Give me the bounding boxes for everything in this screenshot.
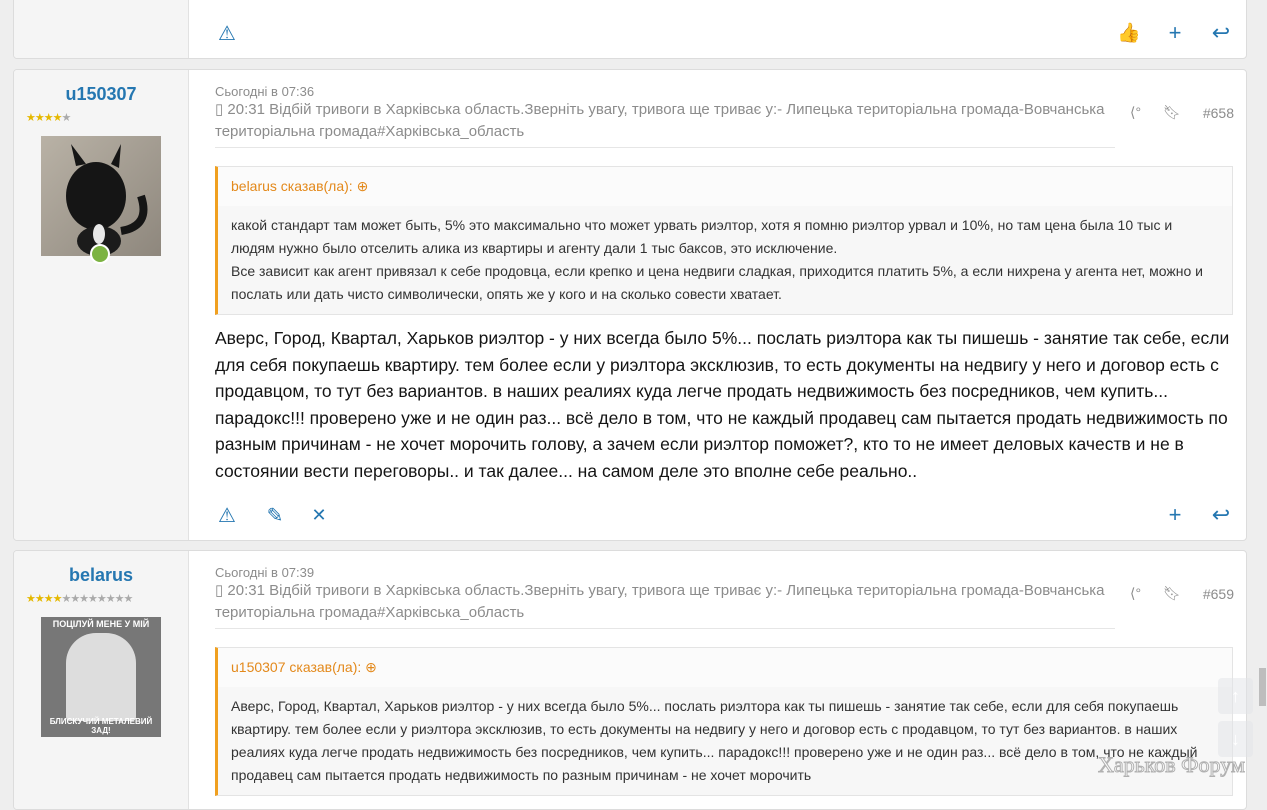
quote-author: u150307 сказав(ла):: [231, 659, 362, 675]
arrow-up-circle-icon[interactable]: ⊕: [357, 178, 369, 194]
post-previous: ⚠ 👍 + ↩: [13, 0, 1247, 59]
author-link[interactable]: u150307: [14, 84, 188, 105]
quote-header[interactable]: u150307 сказав(ла): ⊕: [218, 648, 1232, 687]
multiquote-plus-icon[interactable]: +: [1163, 20, 1187, 45]
reply-icon[interactable]: ↩: [1209, 502, 1233, 527]
post-text: Аверс, Город, Квартал, Харьков риэлтор -…: [215, 328, 1230, 481]
delete-x-icon[interactable]: ✕: [307, 503, 331, 527]
dog-avatar-image: [66, 144, 148, 256]
share-icon[interactable]: ⟨°: [1130, 585, 1141, 602]
like-icon[interactable]: 👍: [1117, 21, 1141, 45]
post-659: belarus ★★★★★★★★★★★★ ПОЦІЛУЙ МЕНЕ У МІЙ …: [13, 550, 1247, 810]
scrollbar-thumb[interactable]: [1259, 668, 1266, 706]
share-icon[interactable]: ⟨°: [1130, 104, 1141, 121]
post-signature: ▯ 20:31 Відбій тривоги в Харківська обла…: [215, 99, 1115, 148]
bookmark-icon[interactable]: 🔖︎: [1163, 585, 1181, 602]
quote-header[interactable]: belarus сказав(ла): ⊕: [218, 167, 1232, 206]
quote-text: какой стандарт там может быть, 5% это ма…: [231, 217, 1204, 302]
watermark: Харьков Форум: [1098, 752, 1246, 778]
post-meta: ⟨° 🔖︎ #658: [1130, 104, 1234, 121]
post-signature: ▯ 20:31 Відбій тривоги в Харківська обла…: [215, 580, 1115, 629]
user-column: u150307 ★★★★★: [14, 70, 189, 540]
multiquote-plus-icon[interactable]: +: [1163, 502, 1187, 527]
avatar-caption-bottom: БЛИСКУЧИЙ МЕТАЛЕВИЙ ЗАД!: [49, 717, 153, 735]
arrow-up-circle-icon[interactable]: ⊕: [365, 659, 377, 675]
post-actions: ⚠ 👍 + ↩: [215, 20, 1233, 46]
rank-stars: ★★★★★★★★★★★★: [26, 593, 133, 605]
post-meta: ⟨° 🔖︎ #659: [1130, 585, 1234, 602]
user-column: [14, 0, 189, 58]
scrollbar[interactable]: [1258, 0, 1267, 791]
bookmark-icon[interactable]: 🔖︎: [1163, 104, 1181, 121]
report-icon[interactable]: ⚠: [215, 21, 239, 45]
quote-block: u150307 сказав(ла): ⊕ Аверс, Город, Квар…: [215, 647, 1233, 796]
post-date[interactable]: Сьогодні в 07:36: [215, 84, 1233, 99]
avatar[interactable]: [41, 136, 161, 264]
quote-block: belarus сказав(ла): ⊕ какой стандарт там…: [215, 166, 1233, 315]
scroll-top-button[interactable]: ↑: [1218, 678, 1253, 714]
quote-text: Аверс, Город, Квартал, Харьков риэлтор -…: [231, 698, 1198, 783]
rank-stars: ★★★★★: [26, 112, 71, 124]
avatar-caption-top: ПОЦІЛУЙ МЕНЕ У МІЙ: [52, 619, 150, 629]
reply-icon[interactable]: ↩: [1209, 20, 1233, 45]
post-number[interactable]: #658: [1203, 105, 1234, 121]
post-658: u150307 ★★★★★ Сьогодні в 07:36 ▯ 20:31 В…: [13, 69, 1247, 541]
online-indicator-icon: [90, 244, 110, 264]
user-column: belarus ★★★★★★★★★★★★ ПОЦІЛУЙ МЕНЕ У МІЙ …: [14, 551, 189, 809]
bender-image: [66, 633, 136, 721]
post-actions: ⚠ ✎ ✕ + ↩: [215, 502, 1233, 528]
author-link[interactable]: belarus: [14, 565, 188, 586]
post-date[interactable]: Сьогодні в 07:39: [215, 565, 1233, 580]
avatar[interactable]: ПОЦІЛУЙ МЕНЕ У МІЙ БЛИСКУЧИЙ МЕТАЛЕВИЙ З…: [41, 617, 161, 737]
post-number[interactable]: #659: [1203, 586, 1234, 602]
edit-pencil-icon[interactable]: ✎: [263, 503, 287, 527]
report-icon[interactable]: ⚠: [215, 503, 239, 527]
quote-author: belarus сказав(ла):: [231, 178, 353, 194]
